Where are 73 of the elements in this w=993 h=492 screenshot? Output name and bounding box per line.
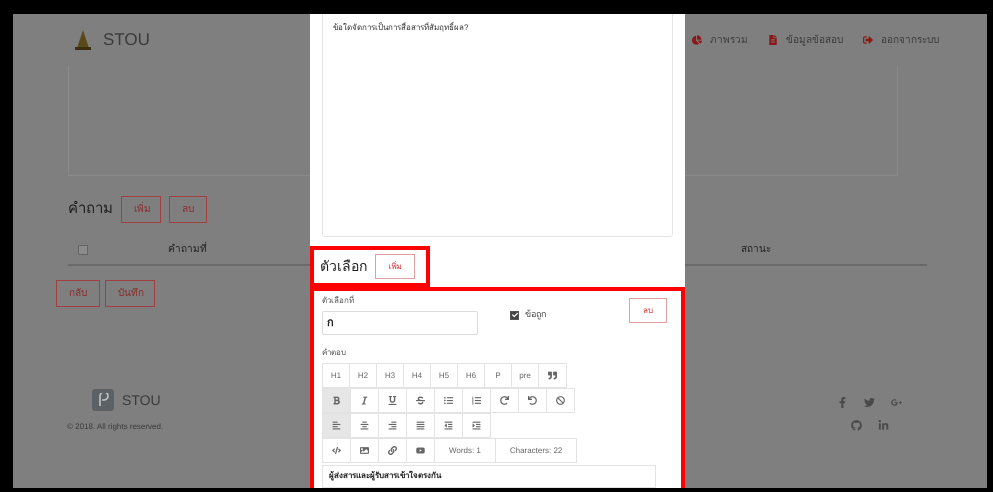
choice-input[interactable]: ก: [322, 311, 478, 335]
toolbar-button[interactable]: [322, 388, 351, 413]
clear-format-icon: [556, 396, 565, 405]
redo-icon: [500, 396, 509, 405]
toolbar-button[interactable]: [350, 413, 379, 438]
toolbar-button[interactable]: [406, 413, 435, 438]
correct-checkbox[interactable]: [510, 310, 519, 320]
toolbar-button[interactable]: [322, 438, 351, 463]
column-header: สถานะ: [741, 243, 771, 257]
video-icon: [416, 446, 425, 455]
question-textarea[interactable]: ข้อใดจัดการเป็นการสื่อสารที่สัมฤทธิ์ผล?: [322, 14, 673, 237]
nav-icon: [692, 35, 702, 45]
column-header: คำถามที่: [168, 242, 207, 257]
toolbar-button[interactable]: H5: [430, 363, 458, 388]
nav-icon: [863, 35, 873, 45]
bullet-list-icon: [444, 396, 453, 405]
outdent-icon: [444, 421, 453, 430]
section-title: คำถาม: [68, 199, 113, 220]
toolbar-button[interactable]: [538, 363, 567, 388]
toolbar-button[interactable]: [546, 388, 575, 413]
toolbar-button[interactable]: [378, 388, 407, 413]
numbered-list-icon: [472, 396, 481, 405]
quote-icon: [548, 371, 557, 380]
align-right-icon: [388, 421, 397, 430]
toolbar-button[interactable]: [406, 438, 435, 463]
toolbar-button[interactable]: [322, 413, 351, 438]
toolbar-button[interactable]: pre: [511, 363, 539, 388]
toolbar-button[interactable]: [434, 413, 463, 438]
toolbar-button[interactable]: [462, 413, 491, 438]
strikethrough-icon: [416, 396, 425, 405]
toolbar-button[interactable]: [406, 388, 435, 413]
toolbar-button[interactable]: [462, 388, 491, 413]
nav-link[interactable]: ข้อมูลข้อสอบ: [768, 32, 843, 48]
toolbar-button[interactable]: [490, 388, 519, 413]
bold-icon: [332, 396, 341, 405]
toolbar-button[interactable]: [350, 388, 379, 413]
choices-title: ตัวเลือก: [320, 257, 367, 276]
toolbar-button[interactable]: [378, 438, 407, 463]
toolbar-button[interactable]: H1: [322, 363, 350, 388]
align-left-icon: [332, 421, 341, 430]
toolbar-button[interactable]: H2: [349, 363, 377, 388]
toolbar-button[interactable]: H4: [403, 363, 431, 388]
select-all-checkbox[interactable]: [78, 244, 88, 254]
toolbar-button[interactable]: P: [484, 363, 512, 388]
justify-icon: [416, 421, 425, 430]
toolbar-button[interactable]: H6: [457, 363, 485, 388]
field-label: ตัวเลือกที่: [322, 295, 355, 307]
toolbar-button[interactable]: [434, 388, 463, 413]
toolbar-button[interactable]: H3: [376, 363, 404, 388]
footer-brand: STOU: [122, 390, 161, 410]
field-label: คำตอบ: [322, 347, 347, 359]
nav-link[interactable]: ภาพรวม: [692, 32, 748, 48]
toolbar-button[interactable]: [518, 388, 547, 413]
copyright-text: © 2018. All rights reserved.: [67, 421, 164, 433]
undo-icon: [528, 396, 537, 405]
toolbar-button[interactable]: [378, 413, 407, 438]
link-icon: [388, 446, 397, 455]
indent-icon: [472, 421, 481, 430]
code-icon: [332, 446, 341, 455]
delete-choice-button[interactable]: ลบ: [629, 298, 667, 323]
footer-logo-icon: [92, 389, 114, 411]
toolbar-button[interactable]: Characters: 22: [494, 438, 578, 463]
checkbox-label: ข้อถูก: [525, 308, 546, 322]
temple-logo-icon: [75, 30, 91, 50]
add-choice-button[interactable]: เพิ่ม: [375, 254, 415, 279]
answer-editor[interactable]: ผู้ส่งสารและผู้รับสารเข้าใจตรงกัน: [322, 465, 656, 488]
align-center-icon: [360, 421, 369, 430]
italic-icon: [360, 396, 369, 405]
toolbar-button[interactable]: Words: 1: [434, 438, 496, 463]
nav-icon: [768, 35, 778, 45]
underline-icon: [388, 396, 397, 405]
toolbar-button[interactable]: [350, 438, 379, 463]
image-icon: [360, 446, 369, 455]
